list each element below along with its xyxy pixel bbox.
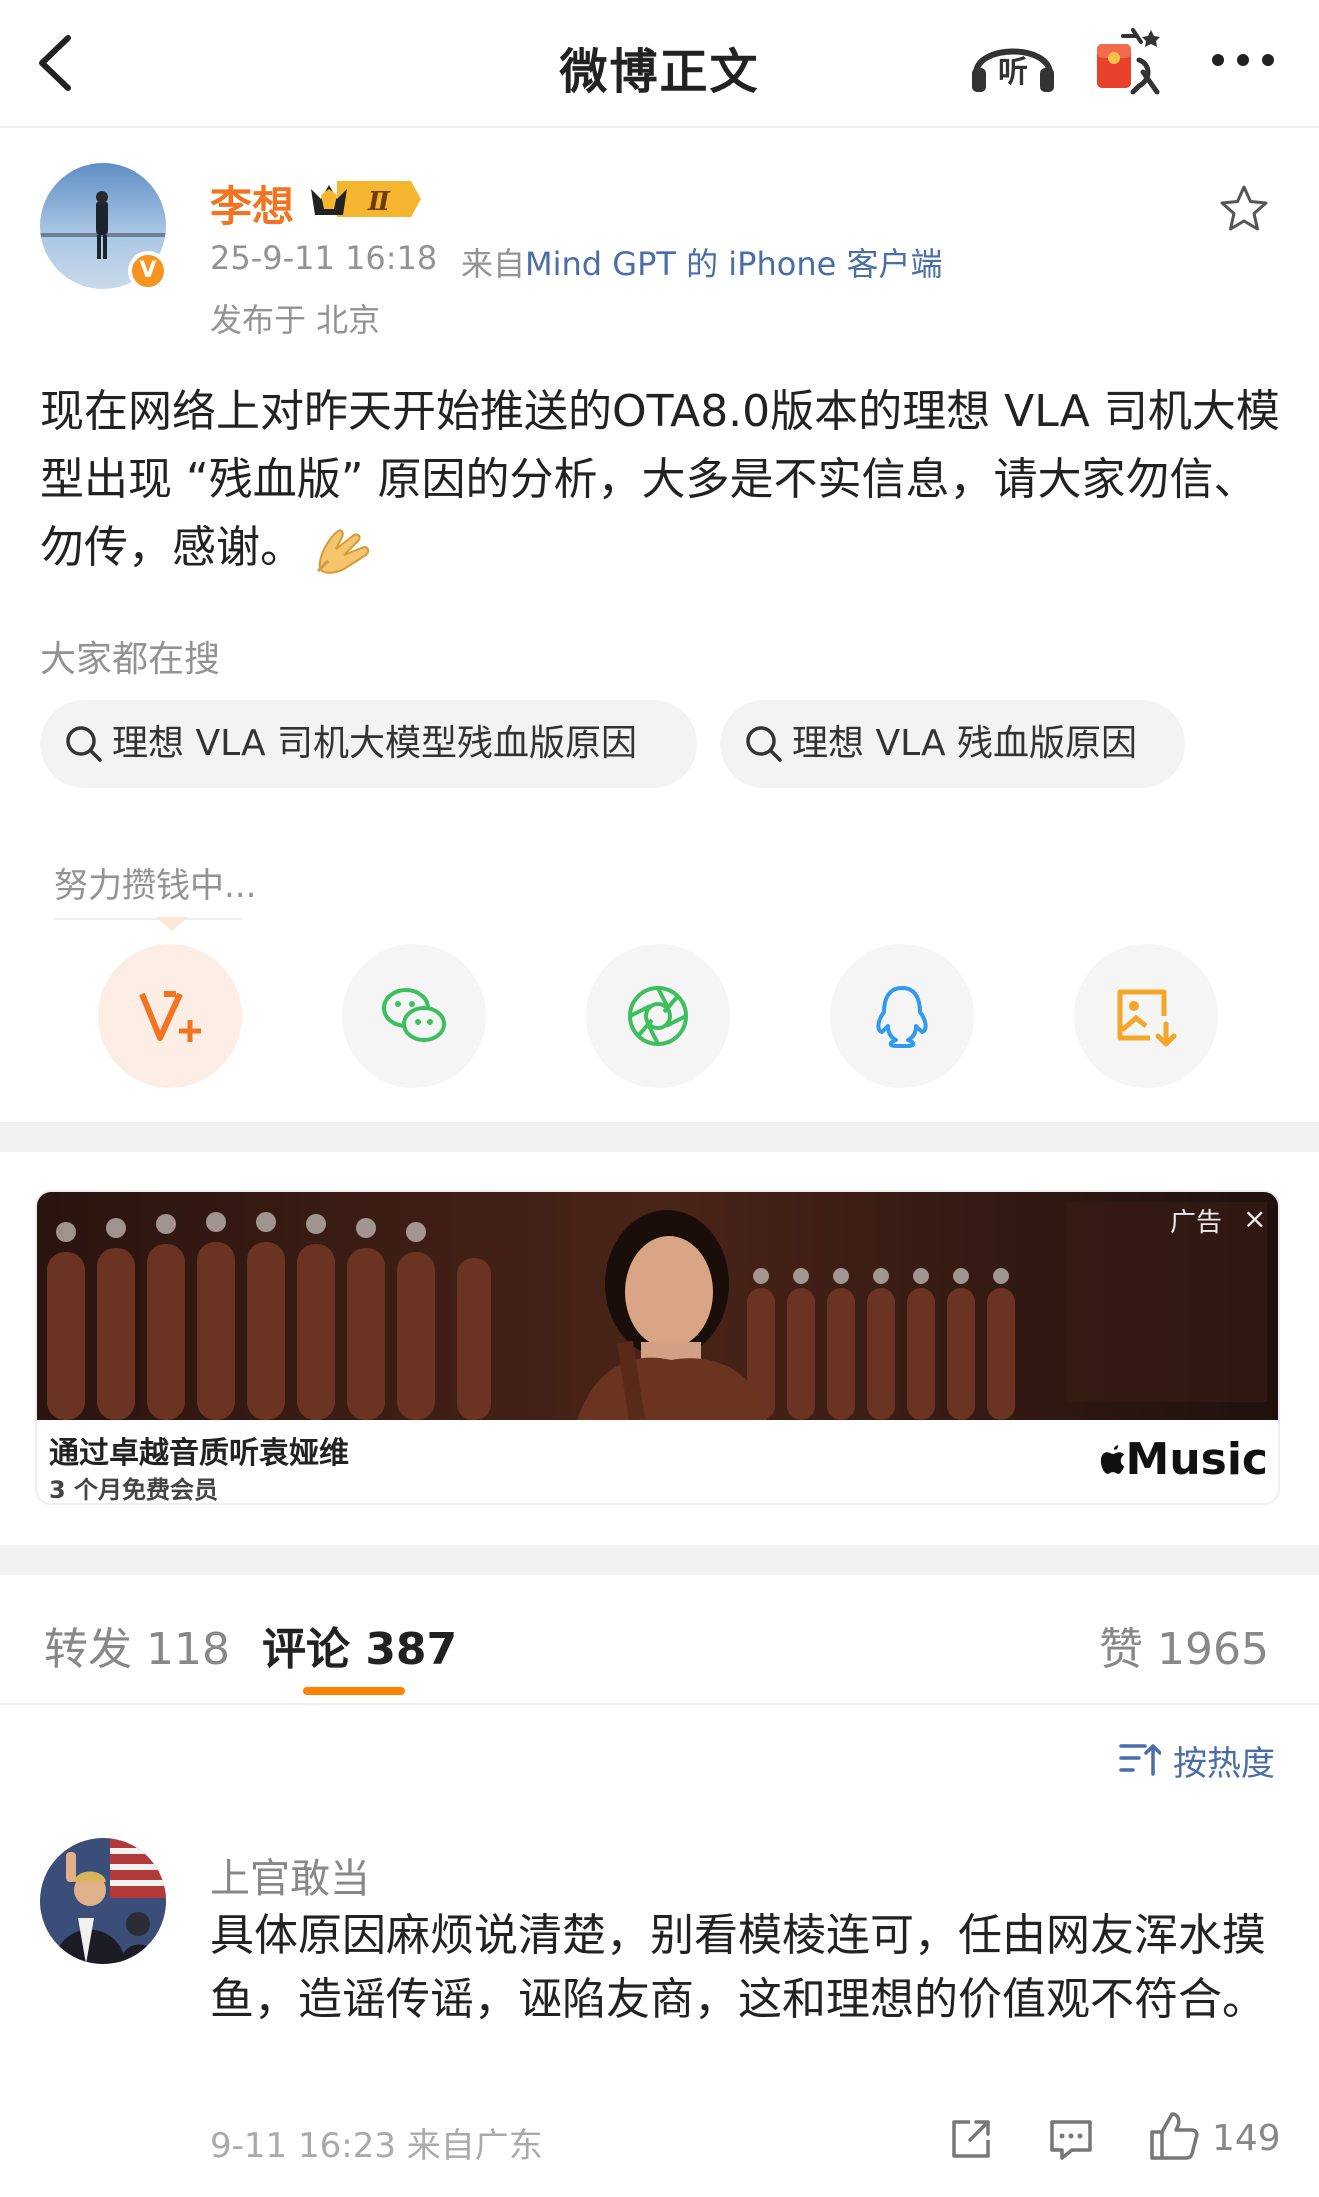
search-icon	[746, 726, 782, 762]
ad-banner-image[interactable]	[37, 1192, 1280, 1420]
ad-brand-text: Music	[1125, 1434, 1268, 1485]
advertisement-card[interactable]: 广告 × 通过卓越音质听袁娅维 3 个月免费会员 Music	[35, 1190, 1280, 1505]
praying-hands-emoji-icon	[316, 529, 370, 574]
hot-search-chip[interactable]: 理想 VLA 残血版原因	[720, 700, 1185, 788]
top-nav-bar: 微博正文 听	[0, 0, 1319, 128]
sort-icon	[1119, 1744, 1161, 1776]
earning-status-label: 努力攒钱中...	[54, 866, 257, 906]
earning-tooltip-pointer	[156, 917, 188, 931]
hot-search-chip-text: 理想 VLA 司机大模型残血版原因	[112, 723, 638, 764]
ad-title: 通过卓越音质听袁娅维	[49, 1436, 349, 1471]
tab-repost[interactable]: 转发 118	[44, 1613, 230, 1677]
post-location: 发布于 北京	[210, 301, 381, 339]
earning-divider	[54, 918, 242, 920]
share-vplus-button[interactable]	[98, 944, 242, 1088]
post-time: 25-9-11 16:18	[210, 239, 438, 277]
save-image-icon	[1117, 989, 1177, 1047]
ad-subtitle: 3 个月免费会员	[49, 1476, 219, 1504]
wechat-icon	[382, 988, 446, 1042]
comment-like-count: 149	[1212, 2118, 1281, 2159]
member-crown-badge-icon[interactable]: Ⅱ	[307, 175, 425, 223]
ad-caption-bar[interactable]: 通过卓越音质听袁娅维 3 个月免费会员 Music	[37, 1420, 1278, 1504]
hot-search-label: 大家都在搜	[40, 639, 221, 680]
verified-badge-icon: V	[128, 251, 168, 291]
search-icon	[66, 726, 102, 762]
comment-reply-icon[interactable]	[1048, 2116, 1094, 2162]
comment-meta: 9-11 16:23 来自广东	[210, 2126, 543, 2166]
author-name[interactable]: 李想	[210, 173, 294, 234]
qq-icon	[876, 986, 928, 1048]
share-save-image-button[interactable]	[1074, 944, 1218, 1088]
comment-item: 上官敢当 具体原因麻烦说清楚，别看模棱连可，任由网友浑水摸鱼，造谣传谣，诬陷友商…	[40, 1838, 1281, 2178]
share-moments-button[interactable]	[586, 944, 730, 1088]
hot-search-chip[interactable]: 理想 VLA 司机大模型残血版原因	[40, 700, 697, 788]
moments-icon	[628, 986, 688, 1046]
vplus-icon	[139, 991, 201, 1042]
commenter-name[interactable]: 上官敢当	[210, 1846, 370, 1904]
favorite-star-icon[interactable]	[1218, 183, 1270, 235]
commenter-avatar[interactable]	[40, 1838, 166, 1964]
ad-close-button[interactable]: ×	[1243, 1202, 1266, 1235]
share-row	[0, 944, 1319, 1088]
source-prefix: 来自	[461, 245, 526, 283]
active-tab-indicator	[303, 1687, 405, 1695]
apple-logo-icon	[1100, 1445, 1124, 1474]
post-body: 现在网络上对昨天开始推送的OTA8.0版本的理想 VLA 司机大模型出现 “残血…	[40, 378, 1280, 582]
section-separator	[0, 1122, 1319, 1152]
ad-label: 广告	[1170, 1208, 1223, 1238]
member-level: Ⅱ	[367, 187, 391, 217]
sort-by-hot-button[interactable]: 按热度	[1119, 1736, 1275, 1785]
interaction-tabs: 转发 118 评论 387 赞 1965	[0, 1575, 1319, 1705]
post-source: 来自Mind GPT 的 iPhone 客户端	[461, 239, 942, 285]
source-client-link[interactable]: Mind GPT 的 iPhone 客户端	[525, 245, 942, 283]
post-author-block: V 李想 Ⅱ 25-9-11 16:18 来自Mind GPT 的 iPhone…	[40, 163, 1280, 343]
share-qq-button[interactable]	[830, 944, 974, 1088]
tab-like[interactable]: 赞 1965	[1099, 1613, 1269, 1677]
comment-share-icon[interactable]	[948, 2116, 994, 2162]
hot-search-chip-text: 理想 VLA 残血版原因	[792, 723, 1138, 764]
section-separator	[0, 1545, 1319, 1575]
listen-headphones-icon[interactable]: 听	[968, 26, 1058, 96]
sort-label: 按热度	[1173, 1744, 1275, 1784]
more-options-icon[interactable]	[1208, 40, 1278, 80]
share-wechat-button[interactable]	[342, 944, 486, 1088]
tab-comment[interactable]: 评论 387	[262, 1613, 457, 1677]
ad-brand: Music	[1100, 1434, 1268, 1485]
red-packet-icon[interactable]	[1093, 24, 1163, 98]
comment-like-thumb-icon[interactable]	[1148, 2110, 1200, 2162]
listen-label: 听	[998, 55, 1028, 90]
post-text: 现在网络上对昨天开始推送的OTA8.0版本的理想 VLA 司机大模型出现 “残血…	[40, 386, 1280, 573]
comment-text: 具体原因麻烦说清楚，别看模棱连可，任由网友浑水摸鱼，造谣传谣，诬陷友商，这和理想…	[210, 1910, 1266, 2025]
